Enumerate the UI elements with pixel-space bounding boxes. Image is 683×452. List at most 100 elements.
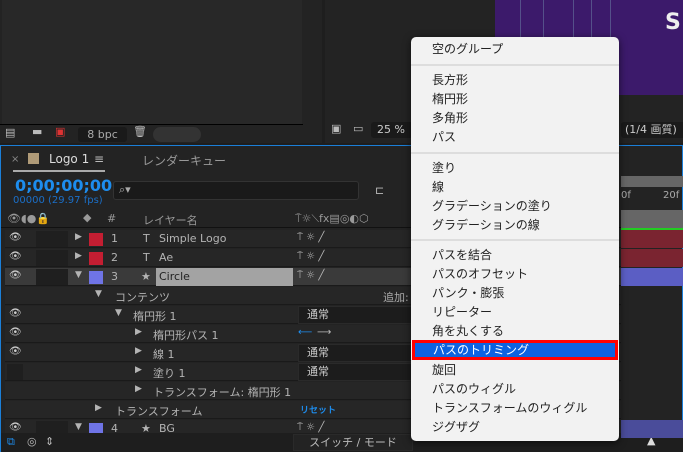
project-list [2, 0, 302, 124]
menu-item[interactable]: グラデーションの線 [432, 216, 540, 234]
eye-icon[interactable]: 👁 [9, 308, 22, 319]
menu-item[interactable]: リピーター [432, 303, 492, 321]
active-tab-underline [13, 170, 105, 172]
menu-item[interactable]: トランスフォームのウィグル [432, 399, 587, 417]
path-direction-reverse-icon[interactable]: ⟶ [317, 327, 331, 338]
layer-switches-toggle-icon[interactable]: ⧉ [7, 435, 15, 449]
column-layer-name[interactable]: レイヤー名 [143, 212, 198, 228]
expand-arrow-icon[interactable]: ▶ [75, 232, 82, 242]
zoom-dropdown[interactable]: 25 % [371, 122, 413, 138]
column-number: # [107, 212, 117, 225]
menu-item[interactable]: 多角形 [432, 109, 468, 127]
monitor-icon[interactable]: ▭ [353, 122, 363, 135]
menu-item[interactable]: 旋回 [432, 361, 456, 379]
menu-item-trim-paths-highlighted[interactable]: パスのトリミング [412, 340, 618, 360]
layer-number: 1 [111, 232, 118, 245]
expand-arrow-icon[interactable]: ▶ [135, 346, 142, 356]
new-composition-icon[interactable]: ▣ [55, 125, 65, 138]
collapse-arrow-icon[interactable]: ▼ [75, 422, 82, 432]
layer-name[interactable]: Ae [159, 251, 173, 264]
label-color[interactable] [89, 252, 103, 265]
in-out-toggle-icon[interactable]: ⇕ [45, 435, 54, 448]
menu-item[interactable]: 塗り [432, 159, 456, 177]
ruler-tick: 20f [663, 190, 680, 201]
layer-switches[interactable]: ⍑ ☼ ╱ [297, 270, 324, 281]
scrollbar[interactable] [153, 127, 201, 142]
add-menu-button[interactable]: 追加: [383, 289, 409, 305]
menu-item[interactable]: パス [432, 128, 456, 146]
menu-item[interactable]: 長方形 [432, 71, 468, 89]
bit-depth-button[interactable]: 8 bpc [78, 127, 127, 142]
blend-mode-dropdown[interactable]: 通常 [298, 363, 418, 381]
tab-render-queue[interactable]: レンダーキュー [142, 152, 226, 169]
stroke-label: 線 1 [153, 348, 175, 361]
menu-item[interactable]: パスのウィグル [432, 380, 516, 398]
blend-mode-dropdown[interactable]: 通常 [298, 344, 418, 362]
close-tab-icon[interactable]: × [11, 154, 19, 165]
menu-item[interactable]: 楕円形 [432, 90, 468, 108]
eye-icon[interactable]: 👁 [9, 251, 22, 262]
tab-logo-1[interactable]: Logo 1 [49, 152, 89, 166]
layer-number: 3 [111, 270, 118, 283]
project-panel: ▤ ▬ ▣ 8 bpc 🗑 [0, 0, 322, 143]
layer-number: 2 [111, 251, 118, 264]
layer-bar[interactable] [621, 420, 683, 438]
text-layer-icon: T [143, 232, 150, 245]
menu-item[interactable]: 線 [432, 178, 444, 196]
work-area-bar[interactable] [621, 176, 683, 187]
eye-icon[interactable]: 👁 [9, 346, 22, 357]
interpret-footage-icon[interactable]: ▤ [5, 126, 15, 139]
layer-switches[interactable]: ⍑ ☼ ╱ [297, 251, 324, 262]
expand-arrow-icon[interactable]: ▶ [135, 327, 142, 337]
menu-item[interactable]: パスを結合 [432, 246, 492, 264]
collapse-arrow-icon[interactable]: ▼ [75, 270, 82, 280]
av-features-icons: 👁◖●🔒 [7, 212, 51, 225]
blend-mode-dropdown[interactable]: 通常 [298, 306, 418, 324]
menu-item[interactable]: 角を丸くする [432, 322, 504, 340]
trash-icon[interactable]: 🗑 [133, 125, 147, 138]
layer-bar[interactable] [621, 268, 683, 286]
eye-icon[interactable]: 👁 [9, 270, 22, 281]
transfer-controls-toggle-icon[interactable]: ◎ [27, 435, 37, 448]
menu-item[interactable]: パスのオフセット [432, 265, 528, 283]
eye-icon[interactable]: 👁 [9, 327, 22, 338]
folder-icon[interactable]: ▬ [32, 125, 42, 138]
contents-label: コンテンツ [115, 291, 170, 304]
project-toolbar: ▤ ▬ ▣ 8 bpc 🗑 [0, 124, 303, 142]
expand-arrow-icon[interactable]: ▶ [75, 251, 82, 261]
path-direction-icon[interactable]: ⟵ [298, 327, 312, 338]
switch-mode-toggle[interactable]: スイッチ / モード [293, 434, 413, 451]
layer-search-input[interactable]: ⌕▾ [113, 181, 359, 200]
label-color[interactable] [89, 233, 103, 246]
panel-menu-icon[interactable]: ≡ [94, 152, 104, 166]
menu-item[interactable]: 空のグループ [432, 40, 503, 58]
collapse-arrow-icon[interactable]: ▼ [115, 308, 122, 318]
expand-arrow-icon[interactable]: ▶ [135, 365, 142, 375]
label-icon: ◆ [83, 211, 92, 224]
layer-name[interactable]: Circle [159, 270, 190, 283]
ellipse-path-label: 楕円形パス 1 [153, 329, 219, 342]
ruler-tick: 0f [621, 190, 631, 201]
timeline-track-area[interactable]: 0f 20f [621, 176, 683, 446]
label-color[interactable] [89, 271, 103, 284]
expand-arrow-icon[interactable]: ▶ [95, 403, 102, 413]
current-timecode[interactable]: 0;00;00;00 [15, 176, 112, 195]
eye-icon[interactable]: 👁 [9, 232, 22, 243]
resolution-dropdown[interactable]: (1/4 画質) [621, 122, 683, 138]
snapshot-icon[interactable]: ▣ [331, 122, 341, 135]
eye-icon[interactable]: 👁 [9, 422, 22, 433]
layer-bar[interactable] [621, 230, 683, 248]
composition-flowchart-icon[interactable]: ⊏ [375, 184, 384, 197]
layer-name[interactable]: Simple Logo [159, 232, 226, 245]
menu-item[interactable]: パンク・膨張 [432, 284, 504, 302]
layer-switches[interactable]: ⍑ ☼ ╱ [297, 232, 324, 243]
layer-switches[interactable]: ⍑ ☼ ╱ [297, 422, 324, 433]
menu-item[interactable]: グラデーションの塗り [432, 197, 552, 215]
menu-item[interactable]: ジグザグ [432, 418, 480, 436]
expand-arrow-icon[interactable]: ▶ [135, 384, 142, 394]
shape-layer-icon: ★ [141, 270, 151, 283]
reset-link[interactable]: リセット [300, 403, 336, 416]
layer-bar[interactable] [621, 249, 683, 267]
collapse-arrow-icon[interactable]: ▼ [95, 289, 102, 299]
text-layer-icon: T [143, 251, 150, 264]
